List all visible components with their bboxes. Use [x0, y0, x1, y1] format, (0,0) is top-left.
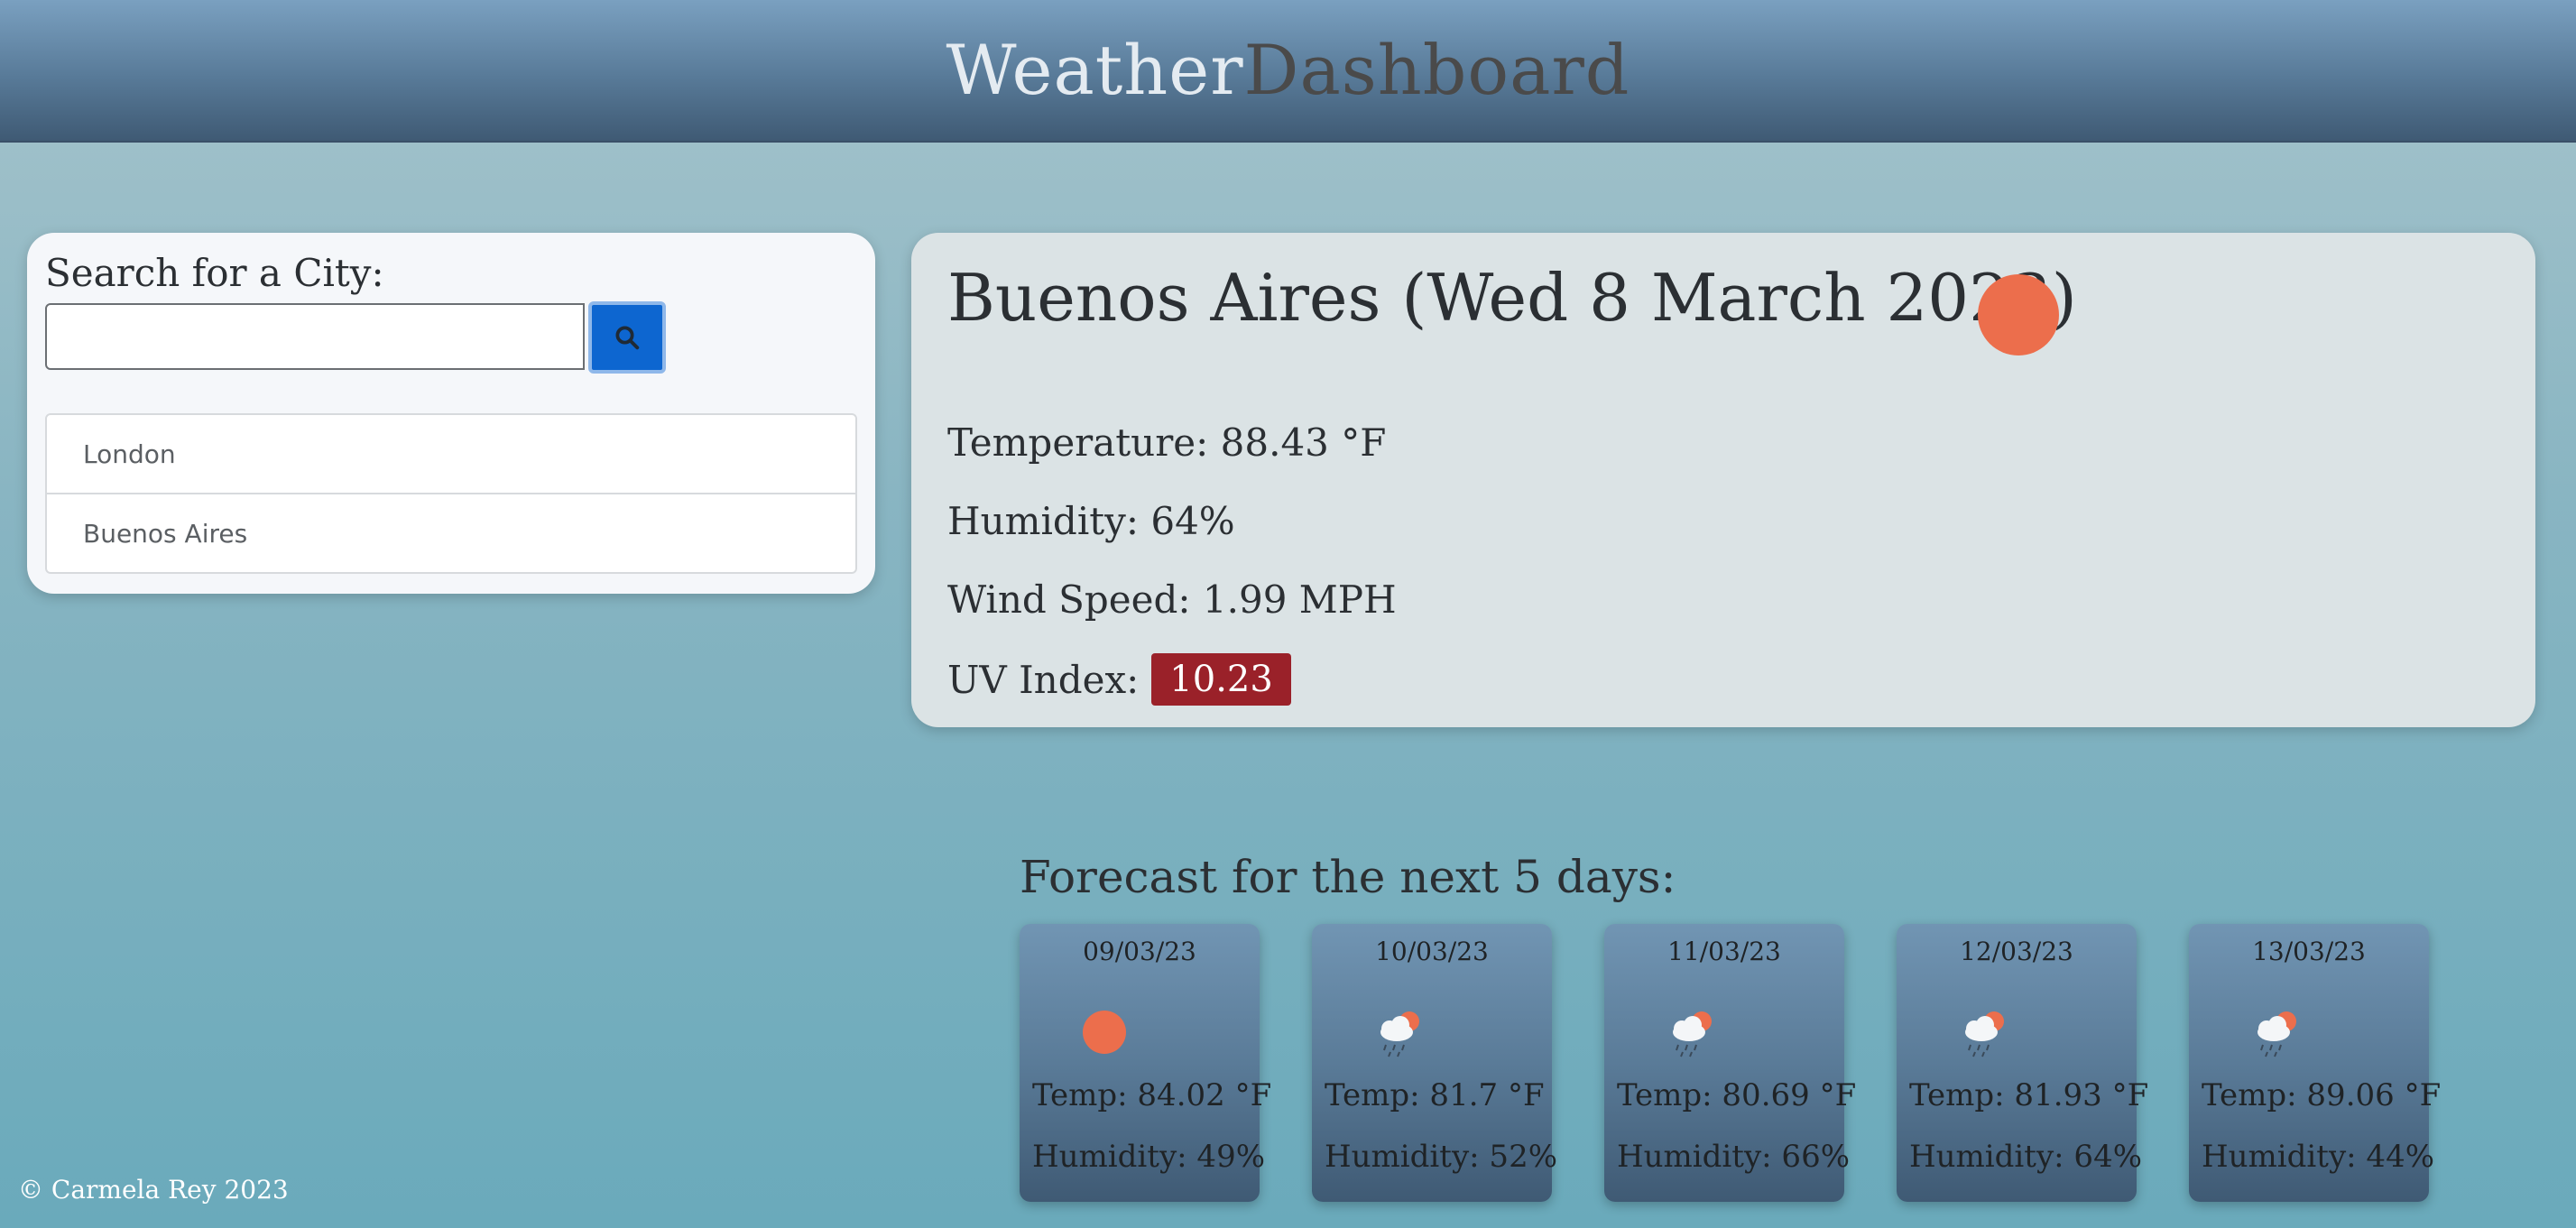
- forecast-temp: Temp: 81.7 °F: [1325, 1077, 1545, 1113]
- search-panel: Search for a City: London Buenos Aires: [27, 233, 875, 594]
- search-input[interactable]: [45, 303, 585, 370]
- forecast-card: 12/03/23 Temp: 81.93 °F Humidity: 64%: [1897, 924, 2148, 1202]
- forecast-humidity: Humidity: 49%: [1032, 1139, 1266, 1175]
- forecast-card: 13/03/23 Temp: 89.06 °F Humidity: 44%: [2189, 924, 2441, 1202]
- forecast-temp: Temp: 81.93 °F: [1909, 1077, 2149, 1113]
- app-header: WeatherDashboard: [0, 0, 2576, 143]
- rain-cloud-sun-icon: [1380, 1011, 1419, 1057]
- search-icon: [615, 326, 640, 350]
- current-wind-speed: Wind Speed: 1.99 MPH: [947, 577, 1397, 622]
- sun-icon: [1083, 1011, 1126, 1054]
- forecast-card: 10/03/23 Temp: 81.7 °F Humidity: 52%: [1312, 924, 1557, 1202]
- forecast-heading: Forecast for the next 5 days:: [1020, 851, 1676, 903]
- history-item-buenos-aires[interactable]: Buenos Aires: [45, 493, 857, 574]
- forecast-temp: Temp: 80.69 °F: [1617, 1077, 1857, 1113]
- uv-index-badge: 10.23: [1151, 653, 1291, 706]
- forecast-date: 09/03/23: [1083, 937, 1196, 966]
- search-button[interactable]: [588, 301, 666, 374]
- search-history-list: London Buenos Aires: [45, 413, 857, 574]
- forecast-humidity: Humidity: 52%: [1325, 1139, 1558, 1175]
- forecast-date: 13/03/23: [2252, 937, 2366, 966]
- app-title-weather: Weather: [946, 30, 1244, 110]
- app-title: WeatherDashboard: [946, 36, 1630, 105]
- forecast-date: 12/03/23: [1960, 937, 2073, 966]
- forecast-row: 09/03/23 Temp: 84.02 °F Humidity: 49% 10…: [1020, 924, 2441, 1202]
- forecast-humidity: Humidity: 66%: [1617, 1139, 1851, 1175]
- forecast-humidity: Humidity: 44%: [2202, 1139, 2435, 1175]
- current-temperature: Temperature: 88.43 °F: [947, 420, 1387, 465]
- forecast-humidity: Humidity: 64%: [1909, 1139, 2143, 1175]
- rain-cloud-sun-icon: [1965, 1011, 2004, 1057]
- current-uv-index: UV Index: 10.23: [947, 653, 1291, 706]
- forecast-temp: Temp: 84.02 °F: [1032, 1077, 1272, 1113]
- history-item-london[interactable]: London: [45, 413, 857, 494]
- current-humidity: Humidity: 64%: [947, 499, 1235, 543]
- forecast-card: 11/03/23 Temp: 80.69 °F Humidity: 66%: [1604, 924, 1856, 1202]
- rain-cloud-sun-icon: [1673, 1011, 1712, 1057]
- forecast-card: 09/03/23 Temp: 84.02 °F Humidity: 49%: [1020, 924, 1271, 1202]
- uv-index-label: UV Index:: [947, 657, 1140, 702]
- search-label: Search for a City:: [45, 251, 384, 295]
- footer-copyright: © Carmela Rey 2023: [18, 1175, 289, 1205]
- current-city-title: Buenos Aires (Wed 8 March 2023): [947, 260, 2077, 336]
- current-weather-card: Buenos Aires (Wed 8 March 2023) Temperat…: [911, 233, 2535, 727]
- app-title-dashboard: Dashboard: [1243, 30, 1630, 110]
- history-item-label: Buenos Aires: [83, 518, 248, 549]
- forecast-date: 11/03/23: [1667, 937, 1781, 966]
- forecast-temp: Temp: 89.06 °F: [2202, 1077, 2442, 1113]
- forecast-date: 10/03/23: [1375, 937, 1489, 966]
- sun-icon: [1978, 274, 2059, 355]
- history-item-label: London: [83, 439, 176, 469]
- rain-cloud-sun-icon: [2257, 1011, 2296, 1057]
